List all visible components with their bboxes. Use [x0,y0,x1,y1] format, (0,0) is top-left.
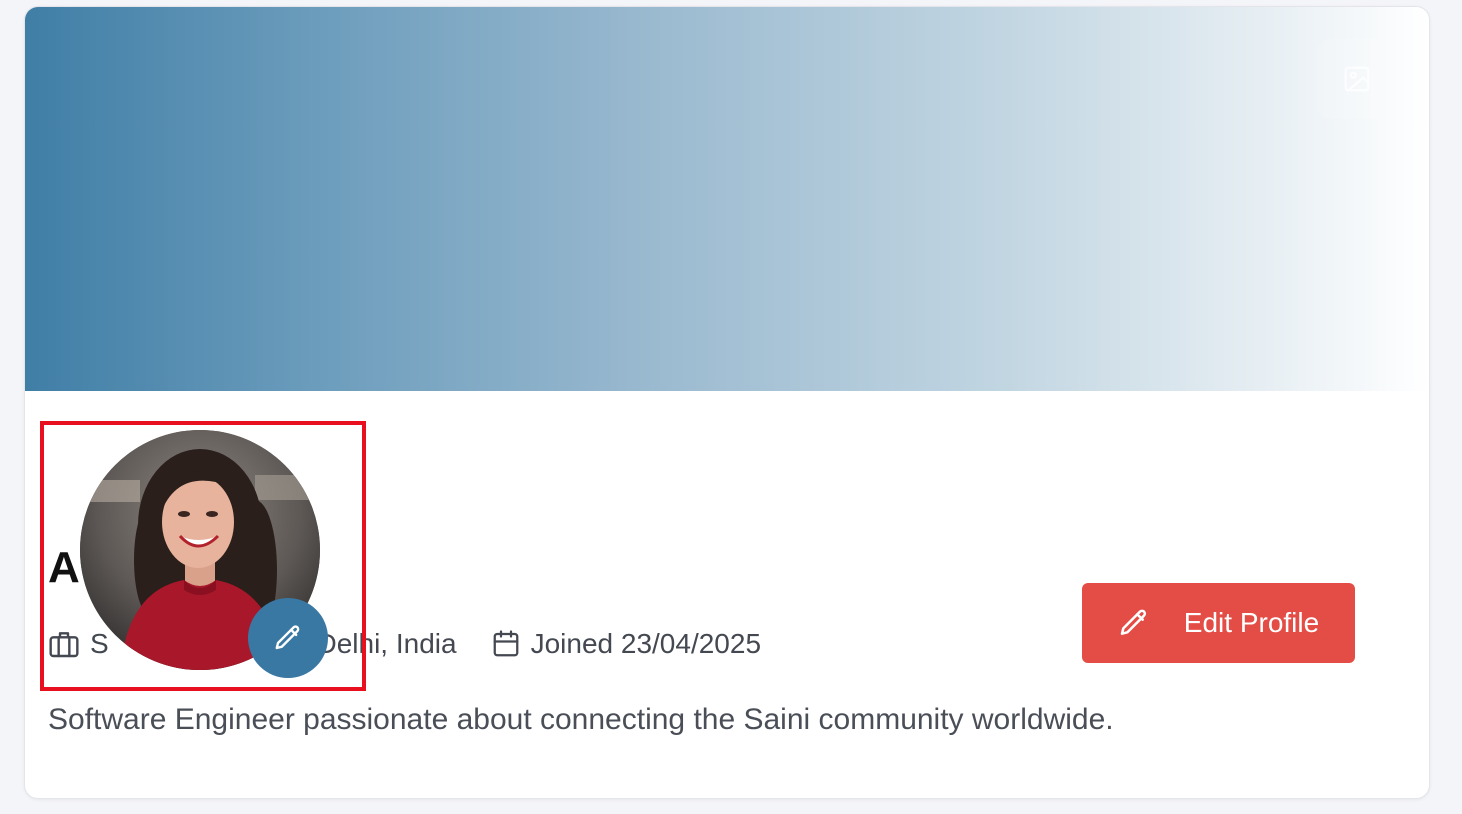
calendar-icon [493,630,518,657]
avatar-edit-button[interactable] [248,598,328,678]
profile-card [24,6,1430,799]
location-text: Delhi, India [316,628,457,659]
pencil-icon [275,625,300,650]
image-icon [1344,66,1370,92]
cover-banner [25,7,1429,391]
change-cover-button[interactable] [1317,39,1397,119]
avatar-container [80,430,328,678]
edit-profile-button[interactable]: Edit Profile [1082,583,1355,663]
edit-profile-label: Edit Profile [1183,607,1320,638]
joined-text: Joined 23/04/2025 [530,628,762,659]
profile-bio: Software Engineer passionate about conne… [48,703,1114,736]
briefcase-icon [49,632,79,658]
joined-item: Joined 23/04/2025 [491,628,761,660]
pencil-icon [1120,609,1146,635]
